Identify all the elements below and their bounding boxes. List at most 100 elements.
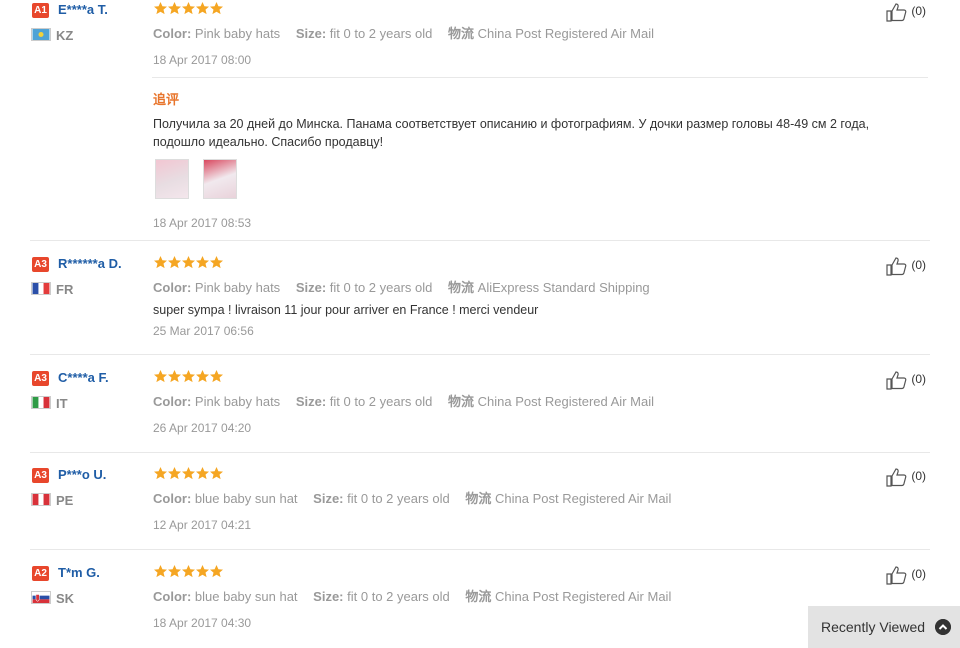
- review-divider: [30, 549, 930, 550]
- star-icon: [168, 370, 181, 383]
- flag-sk-icon: [31, 591, 51, 604]
- review-text: super sympa ! livraison 11 jour pour arr…: [153, 303, 539, 317]
- reviewer-country: IT: [56, 396, 68, 411]
- review-divider: [30, 354, 930, 355]
- helpful-button[interactable]: (0): [886, 565, 926, 585]
- review-date: 25 Mar 2017 06:56: [153, 324, 254, 338]
- star-icon: [182, 2, 195, 15]
- reviewer-name: P***o U.: [58, 467, 107, 482]
- color-value: blue baby sun hat: [194, 589, 298, 604]
- star-icon: [210, 370, 223, 383]
- star-icon: [168, 2, 181, 15]
- shipping-value: China Post Registered Air Mail: [477, 26, 654, 41]
- reviewer-country: FR: [56, 282, 74, 297]
- reviewer-name: T*m G.: [58, 565, 100, 580]
- star-icon: [196, 370, 209, 383]
- shipping-value: China Post Registered Air Mail: [477, 394, 654, 409]
- star-icon: [210, 2, 223, 15]
- color-value: Pink baby hats: [194, 26, 281, 41]
- reviewer-country: SK: [56, 591, 75, 606]
- shipping-label: 物流: [465, 491, 492, 506]
- size-label: Size:: [313, 491, 344, 506]
- thumbs-up-icon: [886, 371, 907, 390]
- reviewer-name: E****a T.: [58, 2, 108, 17]
- review-date: 18 Apr 2017 04:30: [153, 616, 252, 630]
- star-icon: [154, 467, 167, 480]
- order-info: Color: blue baby sun hat Size: fit 0 to …: [153, 488, 671, 507]
- shipping-value: China Post Registered Air Mail: [495, 491, 672, 506]
- helpful-button[interactable]: (0): [886, 370, 926, 390]
- followup-date: 18 Apr 2017 08:53: [153, 216, 252, 230]
- review-date: 18 Apr 2017 08:00: [153, 53, 252, 67]
- chevron-up-icon: [935, 619, 951, 635]
- star-rating: [153, 466, 223, 486]
- star-icon: [196, 565, 209, 578]
- followup-text: Получила за 20 дней до Минска. Панама со…: [153, 117, 870, 149]
- shipping-label: 物流: [448, 26, 475, 41]
- review-item: A3 C****a F. IT Color: Pink baby hats Si…: [0, 368, 960, 452]
- followup-label: 追评: [153, 92, 180, 107]
- size-value: fit 0 to 2 years old: [329, 280, 433, 295]
- order-info: Color: Pink baby hats Size: fit 0 to 2 y…: [153, 391, 654, 410]
- recently-viewed-toggle[interactable]: Recently Viewed: [808, 606, 960, 648]
- reviewer-name: C****a F.: [58, 370, 109, 385]
- helpful-count: (0): [911, 372, 927, 387]
- review-divider: [30, 452, 930, 453]
- color-value: Pink baby hats: [194, 394, 281, 409]
- color-label: Color:: [153, 394, 192, 409]
- flag-fr-icon: [31, 282, 51, 295]
- star-rating: [153, 564, 223, 584]
- recently-viewed-label: Recently Viewed: [821, 619, 926, 635]
- helpful-button[interactable]: (0): [886, 467, 926, 487]
- color-value: blue baby sun hat: [194, 491, 298, 506]
- helpful-count: (0): [911, 469, 927, 484]
- color-value: Pink baby hats: [194, 280, 281, 295]
- thumbs-up-icon: [886, 3, 907, 22]
- thumbs-up-icon: [886, 257, 907, 276]
- size-value: fit 0 to 2 years old: [347, 589, 450, 604]
- size-label: Size:: [295, 26, 327, 41]
- star-rating: [153, 369, 223, 389]
- review-photo-thumbnail[interactable]: [155, 159, 189, 199]
- star-icon: [168, 565, 181, 578]
- reviewer-country: PE: [56, 493, 74, 508]
- flag-pe-icon: [31, 493, 51, 506]
- helpful-count: (0): [911, 4, 927, 19]
- star-icon: [210, 256, 223, 269]
- helpful-button[interactable]: (0): [886, 2, 926, 22]
- helpful-button[interactable]: (0): [886, 256, 926, 276]
- shipping-label: 物流: [448, 280, 475, 295]
- flag-kz-icon: [31, 28, 51, 41]
- order-info: Color: Pink baby hats Size: fit 0 to 2 y…: [153, 23, 654, 42]
- star-icon: [196, 256, 209, 269]
- star-icon: [210, 467, 223, 480]
- star-icon: [196, 2, 209, 15]
- size-label: Size:: [295, 280, 327, 295]
- size-label: Size:: [295, 394, 327, 409]
- review-photo-thumbnail[interactable]: [203, 159, 237, 199]
- review-date: 12 Apr 2017 04:21: [153, 518, 252, 532]
- size-label: Size:: [313, 589, 344, 604]
- thumbs-up-icon: [886, 468, 907, 487]
- thumbs-up-icon: [886, 566, 907, 585]
- member-level-badge: A2: [32, 566, 49, 581]
- order-info: Color: blue baby sun hat Size: fit 0 to …: [153, 586, 671, 605]
- star-rating: [153, 255, 223, 275]
- divider: [152, 77, 928, 78]
- star-rating: [153, 1, 223, 21]
- helpful-count: (0): [911, 258, 927, 273]
- star-icon: [168, 467, 181, 480]
- member-level-badge: A3: [32, 257, 49, 272]
- color-label: Color:: [153, 589, 192, 604]
- star-icon: [154, 256, 167, 269]
- reviewer-name: R******a D.: [58, 256, 122, 271]
- flag-it-icon: [31, 396, 51, 409]
- color-label: Color:: [153, 26, 192, 41]
- star-icon: [182, 256, 195, 269]
- star-icon: [182, 370, 195, 383]
- shipping-label: 物流: [448, 394, 475, 409]
- member-level-badge: A3: [32, 468, 49, 483]
- review-item: A3 R******a D. FR Color: Pink baby hats …: [0, 254, 960, 354]
- star-icon: [182, 565, 195, 578]
- size-value: fit 0 to 2 years old: [347, 491, 450, 506]
